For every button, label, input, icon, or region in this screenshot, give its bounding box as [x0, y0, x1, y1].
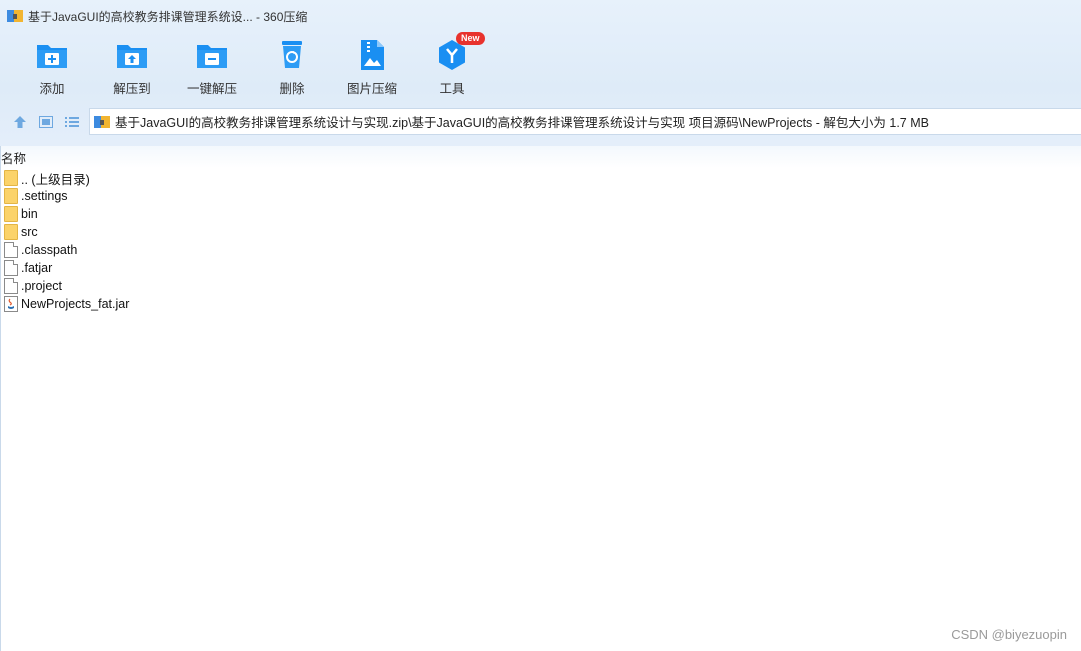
image-compress-icon [355, 38, 389, 72]
extract-to-button[interactable]: 解压到 [92, 38, 172, 98]
item-name: NewProjects_fat.jar [21, 297, 130, 311]
window-title: 基于JavaGUI的高校教务排课管理系统设... - 360压缩 [28, 9, 308, 24]
window-chrome: 基于JavaGUI的高校教务排课管理系统设... - 360压缩 添加 解压到 … [0, 0, 1081, 146]
file-list: .. (上级目录) .settings bin src .classpath .… [0, 169, 1081, 313]
title-bar: 基于JavaGUI的高校教务排课管理系统设... - 360压缩 [0, 0, 1081, 32]
java-jar-icon [4, 296, 18, 312]
one-click-extract-icon [195, 38, 229, 72]
delete-label: 删除 [279, 82, 305, 96]
item-name: .. (上级目录) [21, 172, 90, 187]
add-button[interactable]: 添加 [12, 38, 92, 98]
toolbar: 添加 解压到 一键解压 删除 图片压缩 New 工具 [12, 32, 492, 98]
file-icon [4, 278, 18, 294]
one-click-extract-button[interactable]: 一键解压 [172, 38, 252, 98]
image-compress-label: 图片压缩 [346, 82, 397, 96]
image-compress-button[interactable]: 图片压缩 [332, 38, 412, 98]
add-folder-icon [35, 38, 69, 72]
list-item[interactable]: .settings [0, 187, 1081, 205]
list-item[interactable]: src [0, 223, 1081, 241]
list-item[interactable]: .classpath [0, 241, 1081, 259]
item-name: .project [21, 279, 62, 293]
tools-label: 工具 [439, 82, 465, 96]
file-icon [4, 260, 18, 276]
one-click-extract-label: 一键解压 [186, 82, 237, 96]
column-header-name[interactable]: 名称 [1, 148, 26, 167]
item-name: .fatjar [21, 261, 53, 275]
delete-bin-icon [275, 38, 309, 72]
file-icon [4, 242, 18, 258]
tools-button[interactable]: New 工具 [412, 32, 492, 98]
item-name: bin [21, 207, 38, 221]
folder-icon [4, 188, 18, 204]
item-name: src [21, 225, 38, 239]
extract-to-icon [115, 38, 149, 72]
new-badge: New [456, 32, 485, 45]
archive-icon [94, 114, 110, 130]
list-item[interactable]: bin [0, 205, 1081, 223]
folder-icon [4, 206, 18, 222]
extract-to-label: 解压到 [113, 82, 151, 96]
archive-app-icon [7, 8, 23, 24]
list-item[interactable]: .fatjar [0, 259, 1081, 277]
item-name: .settings [21, 189, 68, 203]
list-item[interactable]: .project [0, 277, 1081, 295]
navigation-row: 基于JavaGUI的高校教务排课管理系统设计与实现.zip\基于JavaGUI的… [0, 108, 1081, 136]
path-bar[interactable]: 基于JavaGUI的高校教务排课管理系统设计与实现.zip\基于JavaGUI的… [89, 108, 1081, 135]
add-label: 添加 [39, 82, 65, 96]
watermark-text: CSDN @biyezuopin [951, 627, 1067, 642]
folder-icon [4, 224, 18, 240]
thumbnail-view-icon[interactable] [33, 110, 59, 134]
item-name: .classpath [21, 243, 78, 257]
up-arrow-icon[interactable] [7, 110, 33, 134]
list-item[interactable]: .. (上级目录) [0, 169, 1081, 187]
column-header-bar [0, 146, 1081, 168]
folder-icon [4, 170, 18, 186]
delete-button[interactable]: 删除 [252, 38, 332, 98]
path-text: 基于JavaGUI的高校教务排课管理系统设计与实现.zip\基于JavaGUI的… [115, 116, 929, 130]
list-item[interactable]: NewProjects_fat.jar [0, 295, 1081, 313]
list-view-icon[interactable] [59, 110, 85, 134]
